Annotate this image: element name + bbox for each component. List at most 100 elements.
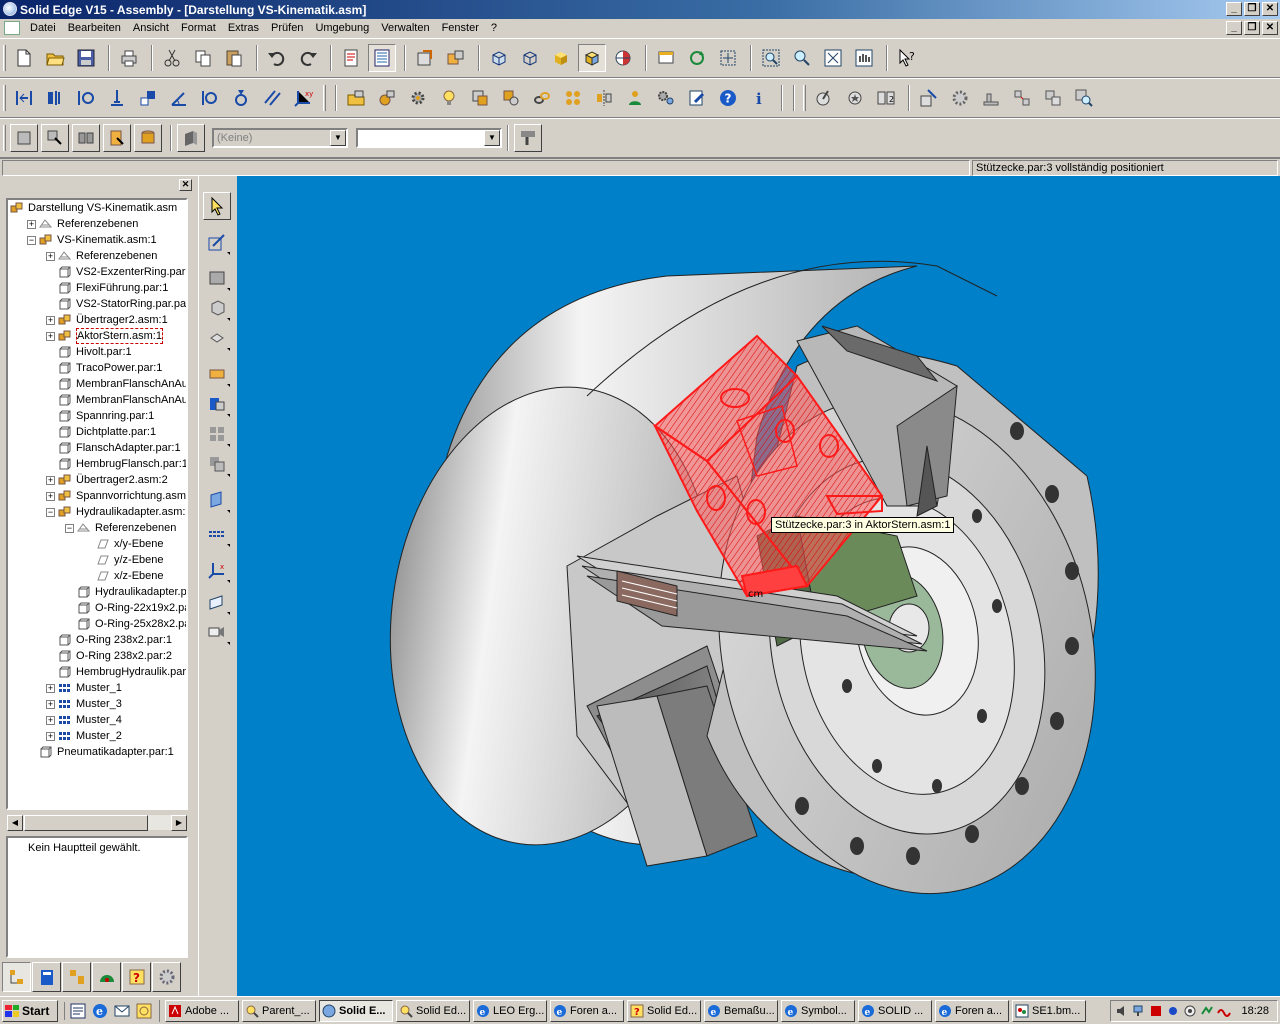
redo-button[interactable] bbox=[294, 44, 322, 72]
edit-part-button[interactable] bbox=[404, 84, 432, 112]
axial-align-button[interactable] bbox=[72, 84, 100, 112]
zoom-button[interactable] bbox=[788, 44, 816, 72]
tree-item[interactable]: + Referenzebenen bbox=[8, 248, 186, 264]
minimize-button[interactable]: _ bbox=[1226, 2, 1242, 16]
taskbar-button[interactable]: e Foren a... bbox=[550, 999, 624, 1022]
taskbar-button[interactable]: Parent_... bbox=[242, 999, 316, 1022]
taskbar-button[interactable]: e Bemaßu... bbox=[704, 999, 778, 1022]
show-part-button[interactable] bbox=[435, 84, 463, 112]
sketch-button[interactable] bbox=[203, 228, 231, 256]
camera-button[interactable] bbox=[203, 618, 231, 646]
tree-item[interactable]: TracoPower.par:1 bbox=[8, 360, 186, 376]
tree-horizontal-scrollbar[interactable]: ◀ ▶ bbox=[6, 814, 188, 831]
parallel-button[interactable] bbox=[258, 84, 286, 112]
capture-fit-button[interactable] bbox=[841, 84, 869, 112]
tab-simplify[interactable] bbox=[92, 962, 121, 992]
tree-item[interactable]: + Spannvorrichtung.asm:1 bbox=[8, 488, 186, 504]
tree-item[interactable]: MembranFlanschAnAuss bbox=[8, 392, 186, 408]
taskbar-button[interactable]: e Symbol... bbox=[781, 999, 855, 1022]
tab-pathfinder[interactable] bbox=[2, 962, 31, 992]
tree-item[interactable]: − Referenzebenen bbox=[8, 520, 186, 536]
new-button[interactable] bbox=[10, 44, 38, 72]
info-button[interactable]: i bbox=[745, 84, 773, 112]
configurations-button[interactable] bbox=[652, 84, 680, 112]
tree-item[interactable]: O-Ring 238x2.par:2 bbox=[8, 648, 186, 664]
tree-item[interactable]: + Übertrager2.asm:1 bbox=[8, 312, 186, 328]
tree-item[interactable]: x/y-Ebene bbox=[8, 536, 186, 552]
menu-format[interactable]: Format bbox=[175, 22, 222, 34]
tree-item[interactable]: FlanschAdapter.par:1 bbox=[8, 440, 186, 456]
fit-button[interactable] bbox=[819, 44, 847, 72]
view-dimetric-button[interactable] bbox=[516, 44, 544, 72]
mirror-part-button[interactable] bbox=[590, 84, 618, 112]
expand-icon[interactable]: + bbox=[46, 716, 55, 725]
tree-item[interactable]: Dichtplatte.par:1 bbox=[8, 424, 186, 440]
expand-icon[interactable]: + bbox=[46, 732, 55, 741]
select-part-button[interactable] bbox=[10, 124, 38, 152]
edit-definition-button[interactable] bbox=[683, 84, 711, 112]
settings-tray-icon[interactable] bbox=[1183, 1004, 1197, 1018]
whats-this-button[interactable]: ? bbox=[893, 44, 921, 72]
menu-extras[interactable]: Extras bbox=[222, 22, 265, 34]
pattern-part-button[interactable] bbox=[559, 84, 587, 112]
tree-item[interactable]: FlexiFührung.par:1 bbox=[8, 280, 186, 296]
angle-button[interactable] bbox=[165, 84, 193, 112]
pattern-feature-button[interactable] bbox=[203, 420, 231, 448]
menu-help[interactable]: ? bbox=[485, 22, 503, 34]
expand-icon[interactable]: + bbox=[46, 476, 55, 485]
assembly-report-button[interactable] bbox=[621, 84, 649, 112]
expand-icon[interactable]: + bbox=[46, 684, 55, 693]
solid-edge-app-icon[interactable] bbox=[3, 2, 17, 16]
cutout-button[interactable] bbox=[203, 324, 231, 352]
taskbar-button[interactable]: e Foren a... bbox=[935, 999, 1009, 1022]
chevron-down-icon[interactable]: ▼ bbox=[484, 130, 500, 146]
tree-item[interactable]: Spannring.par:1 bbox=[8, 408, 186, 424]
cam-button[interactable] bbox=[227, 84, 255, 112]
menu-fenster[interactable]: Fenster bbox=[436, 22, 485, 34]
link-part-button[interactable] bbox=[528, 84, 556, 112]
unexplode-button[interactable] bbox=[1039, 84, 1067, 112]
select-subassembly-button[interactable] bbox=[41, 124, 69, 152]
maximize-button[interactable]: ❐ bbox=[1244, 2, 1260, 16]
bom-button[interactable]: 2 bbox=[872, 84, 900, 112]
properties-button[interactable] bbox=[337, 44, 365, 72]
tree-item[interactable]: Hivolt.par:1 bbox=[8, 344, 186, 360]
revolve-button[interactable] bbox=[203, 390, 231, 418]
collapse-icon[interactable]: − bbox=[46, 508, 55, 517]
tree-item[interactable]: + AktorStern.asm:1 bbox=[8, 328, 186, 344]
taskbar-button[interactable]: Adobe ... bbox=[165, 999, 239, 1022]
open-button[interactable] bbox=[41, 44, 69, 72]
tree-item[interactable]: O-Ring 238x2.par:1 bbox=[8, 632, 186, 648]
tree-item[interactable]: − VS-Kinematik.asm:1 bbox=[8, 232, 186, 248]
sun-icon[interactable] bbox=[1166, 1004, 1180, 1018]
tree-item[interactable]: + Muster_3 bbox=[8, 696, 186, 712]
pan-button[interactable] bbox=[850, 44, 878, 72]
connect-button[interactable] bbox=[134, 84, 162, 112]
menu-umgebung[interactable]: Umgebung bbox=[309, 22, 375, 34]
taskbar-button[interactable]: e SOLID ... bbox=[858, 999, 932, 1022]
tree-item[interactable]: VS2-ExzenterRing.par:1 bbox=[8, 264, 186, 280]
tree-item[interactable]: Darstellung VS-Kinematik.asm bbox=[8, 200, 186, 216]
document-icon[interactable] bbox=[4, 21, 20, 35]
layer-combo[interactable]: ▼ bbox=[356, 128, 502, 148]
tree-item[interactable]: O-Ring-22x19x2.par: bbox=[8, 600, 186, 616]
taskbar-button[interactable]: Solid Ed... bbox=[396, 999, 470, 1022]
chevron-down-icon[interactable]: ▼ bbox=[330, 130, 346, 146]
check-interference-button[interactable] bbox=[915, 84, 943, 112]
tree-item[interactable]: HembrugHydraulik.par:1 bbox=[8, 664, 186, 680]
named-views-button[interactable] bbox=[652, 44, 680, 72]
clock-icon[interactable] bbox=[135, 1002, 153, 1020]
panel-close-icon[interactable]: ✕ bbox=[179, 179, 192, 191]
tab-layers[interactable] bbox=[152, 962, 181, 992]
shaded-edges-button[interactable] bbox=[578, 44, 606, 72]
taskbar-button[interactable]: e LEO Erg... bbox=[473, 999, 547, 1022]
doc-close-button[interactable]: ✕ bbox=[1262, 21, 1278, 35]
plane-button[interactable] bbox=[203, 486, 231, 514]
shaded-view-button[interactable] bbox=[547, 44, 575, 72]
outlook-icon[interactable] bbox=[113, 1002, 131, 1020]
format-painter-button[interactable] bbox=[514, 124, 542, 152]
motion-button[interactable] bbox=[946, 84, 974, 112]
taskbar-button[interactable]: ? Solid Ed... bbox=[627, 999, 701, 1022]
select-highlight-button[interactable] bbox=[103, 124, 131, 152]
simulate-button[interactable] bbox=[977, 84, 1005, 112]
